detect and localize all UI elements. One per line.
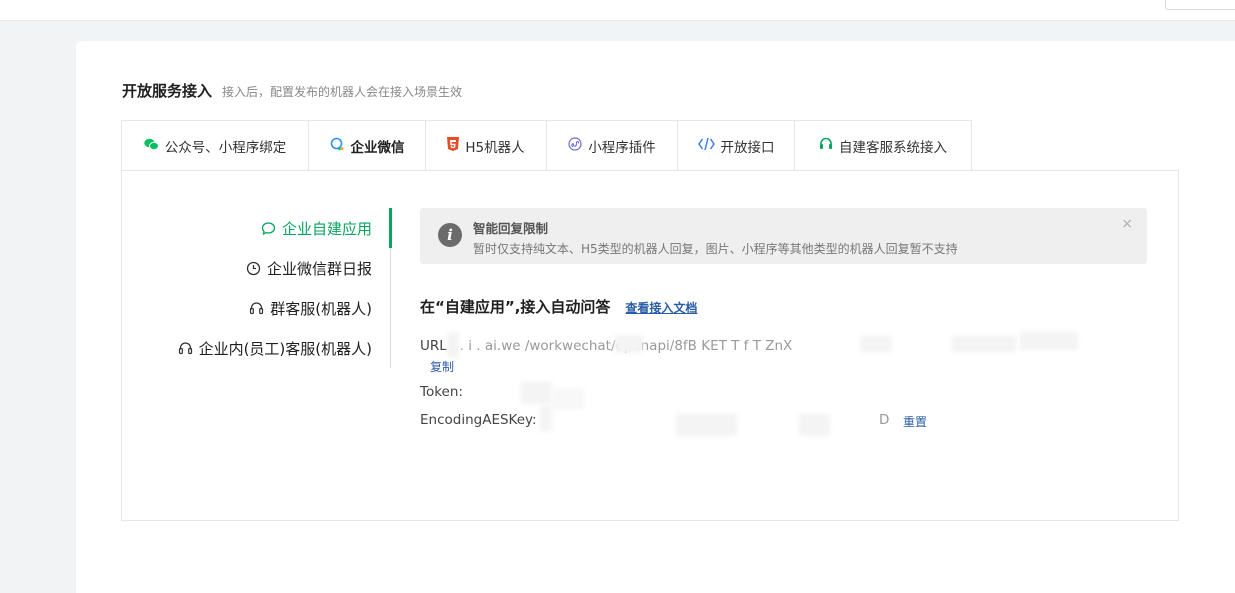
reset-button[interactable]: 重置 [903,413,927,430]
redaction [1020,332,1078,350]
tab-label: 企业微信 [350,140,405,156]
tab-label: H5机器人 [465,140,525,156]
sidenav-label: 企业自建应用 [281,220,372,238]
tab-label: 开放接口 [720,140,775,156]
view-docs-link[interactable]: 查看接入文档 [625,299,697,316]
chat-bubble-icon [261,221,276,236]
top-bar-button[interactable] [1165,0,1235,10]
tab-label: 公众号、小程序绑定 [164,140,287,156]
redaction [952,336,1016,352]
sidenav-label: 群客服(机器人) [270,300,372,318]
redaction [615,335,643,353]
sidenav-item-employee-service[interactable]: 企业内(员工)客服(机器人) [178,338,372,359]
tab-label: 小程序插件 [588,140,656,156]
sidenav-label: 企业内(员工)客服(机器人) [198,340,372,358]
page-heading: 开放服务接入 接入后，配置发布的机器人会在接入场景生效 [122,80,462,101]
aeskey-field: EncodingAESKey: [420,412,537,428]
headset-icon [178,341,193,356]
alert-description: 暂时仅支持纯文本、H5类型的机器人回复，图片、小程序等其他类型的机器人回复暂不支… [473,242,958,256]
url-label: URL [420,338,447,354]
top-bar [0,0,1235,21]
work-wechat-icon [330,137,345,155]
url-field: URL . . i . ai.we /workwechat/openapi/8f… [420,338,792,354]
headset-icon [819,137,833,155]
clock-icon [246,261,261,276]
tab-open-api[interactable]: 开放接口 [678,121,795,171]
sidenav-label: 企业微信群日报 [266,260,372,278]
redaction [799,414,830,436]
sidenav-item-group-service[interactable]: 群客服(机器人) [249,298,372,319]
redaction [676,414,737,436]
service-tabs: 公众号、小程序绑定 企业微信 H5机器人 小程序插件 开放接口 自建客服系统接入 [121,120,972,172]
tab-official-account[interactable]: 公众号、小程序绑定 [122,121,309,171]
tab-work-wechat[interactable]: 企业微信 [309,121,426,172]
headset-icon [249,301,264,316]
html5-icon [447,137,460,155]
tab-mini-program-plugin[interactable]: 小程序插件 [547,121,678,171]
tab-label: 自建客服系统接入 [839,140,947,156]
copy-button[interactable]: 复制 [430,358,454,375]
alert-title: 智能回复限制 [473,221,549,236]
mini-program-icon [568,137,582,155]
page-subtitle: 接入后，配置发布的机器人会在接入场景生效 [222,85,463,99]
side-nav: 企业自建应用 企业微信群日报 群客服(机器人) 企业内(员工)客服(机器人) [130,208,392,368]
tab-custom-service[interactable]: 自建客服系统接入 [795,121,971,171]
reply-limit-alert: i 智能回复限制 暂时仅支持纯文本、H5类型的机器人回复，图片、小程序等其他类型… [420,208,1147,264]
redaction [540,405,552,431]
redaction [447,332,459,358]
section-header: 在“自建应用”,接入自动问答 查看接入文档 [420,296,697,317]
section-title: 在“自建应用”,接入自动问答 [420,298,611,316]
page-title: 开放服务接入 [122,82,213,100]
redaction [860,336,892,352]
token-label: Token: [420,384,463,400]
aeskey-tail: D [879,412,890,428]
redaction [552,388,584,410]
sidenav-item-group-daily-report[interactable]: 企业微信群日报 [246,258,372,279]
redaction [521,382,552,404]
sidenav-item-self-built-app[interactable]: 企业自建应用 [261,218,372,239]
code-icon [697,137,715,155]
active-indicator [389,208,392,248]
close-icon[interactable]: × [1121,216,1133,232]
aeskey-label: EncodingAESKey: [420,412,537,428]
token-field: Token: [420,384,463,400]
info-icon: i [438,223,462,247]
tab-h5-robot[interactable]: H5机器人 [426,121,547,171]
wechat-icon [144,138,159,155]
